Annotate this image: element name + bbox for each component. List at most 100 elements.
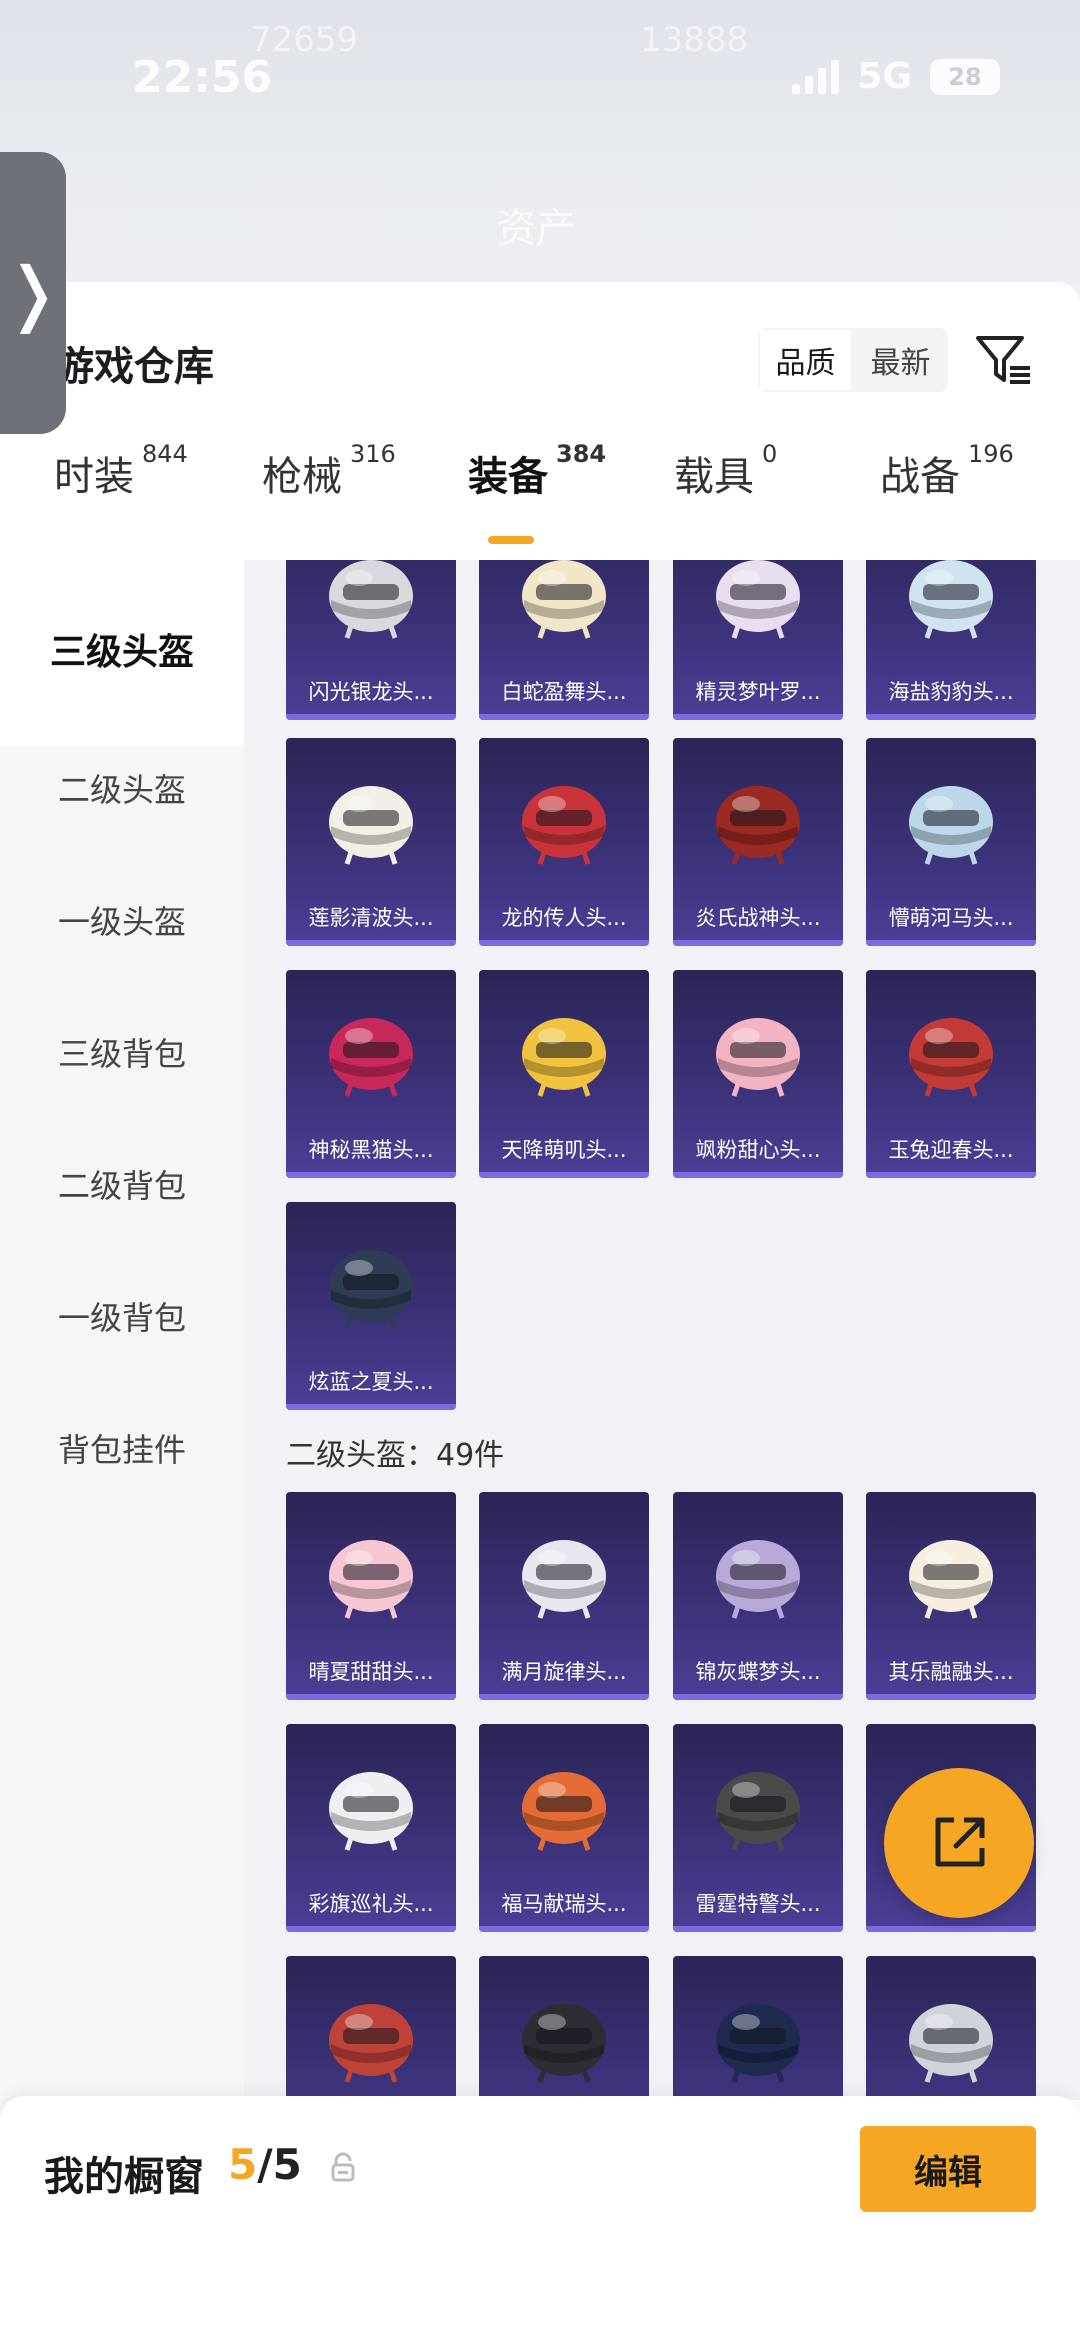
item-name: 福马献瑞头... [501,1892,627,1916]
item-tile[interactable]: 神秘黑猫头... [286,970,456,1178]
item-tile[interactable]: 晴夏甜甜头... [286,1492,456,1700]
item-tile[interactable]: 雷霆特警头... [673,1724,843,1932]
item-name: 天降萌叽头... [501,1138,627,1162]
item-tile[interactable] [673,1956,843,2100]
share-button[interactable] [884,1768,1034,1918]
item-name: 炎氏战神头... [695,906,821,930]
item-name: 雷霆特警头... [695,1892,821,1916]
helmet-icon [909,560,993,639]
sort-toggle: 品质 最新 [758,328,948,392]
item-tile[interactable]: 炫蓝之夏头... [286,1202,456,1410]
sort-quality-button[interactable]: 品质 [758,328,853,392]
tab-label: 时装 [54,454,134,500]
status-faint-left: 72659 [250,20,359,60]
item-name: 海盐豹豹头... [888,680,1014,704]
status-bar-area: 22:56 72659 13888 5G 28 资产 [0,0,1080,300]
blurred-page-title: 资产 [496,206,576,252]
item-tile[interactable]: 莲影清波头... [286,738,456,946]
tab-count: 844 [142,440,188,468]
subcategory-item[interactable]: 一级头盔 [0,878,244,966]
item-tile[interactable]: 彩旗巡礼头... [286,1724,456,1932]
tab-count: 196 [968,440,1014,468]
item-name: 彩旗巡礼头... [308,1892,434,1916]
item-name: 龙的传人头... [501,906,627,930]
side-drawer-handle[interactable]: ❭ [0,152,66,434]
helmet-icon [522,1018,606,1097]
item-tile[interactable]: 其乐融融头... [866,1492,1036,1700]
helmet-icon [716,1540,800,1619]
subcategory-item[interactable]: 三级头盔 [0,560,244,746]
item-tile[interactable]: 天降萌叽头... [479,970,649,1178]
subcategory-item[interactable]: 二级背包 [0,1142,244,1230]
helmet-icon [522,560,606,639]
item-name: 锦灰蝶梦头... [695,1660,821,1684]
subcategory-item[interactable]: 二级头盔 [0,746,244,834]
network-label: 5G [857,56,912,97]
showcase-count: 5/5 [228,2140,302,2189]
helmet-icon [909,1540,993,1619]
helmet-icon [909,1018,993,1097]
signal-icon [792,59,840,94]
showcase-count-total: /5 [257,2140,302,2189]
helmet-icon [329,1250,413,1329]
item-tile[interactable] [286,1956,456,2100]
item-tile[interactable]: 炎氏战神头... [673,738,843,946]
item-tile[interactable]: 锦灰蝶梦头... [673,1492,843,1700]
helmet-icon [909,2004,993,2083]
chevron-right-icon: ❭ [3,252,63,334]
status-faint-center: 13888 [640,20,749,60]
helmet-icon [329,1772,413,1851]
item-tile[interactable]: 玉兔迎春头... [866,970,1036,1178]
tab-vehicles[interactable]: 载具 0 [674,440,777,502]
edit-button[interactable]: 编辑 [860,2126,1036,2212]
helmet-icon [522,1772,606,1851]
item-tile[interactable] [479,1956,649,2100]
tab-fashion[interactable]: 时装 844 [54,440,188,502]
item-tile[interactable]: 满月旋律头... [479,1492,649,1700]
subcategory-item[interactable]: 三级背包 [0,1010,244,1098]
helmet-icon [522,2004,606,2083]
battery-icon: 28 [930,58,1000,95]
helmet-icon [522,786,606,865]
sort-newest-button[interactable]: 最新 [853,328,948,392]
item-tile[interactable]: 闪光银龙头... [286,560,456,720]
helmet-icon [522,1540,606,1619]
tab-label: 载具 [674,454,754,500]
tab-label: 战备 [880,454,960,500]
category-tabs: 时装 844 枪械 316 装备 384 载具 0 战备 196 [0,420,1080,520]
section-header-level2: 二级头盔：49件 [286,1438,505,1473]
helmet-icon [909,786,993,865]
item-tile[interactable]: 白蛇盈舞头... [479,560,649,720]
item-tile[interactable]: 海盐豹豹头... [866,560,1036,720]
tab-label: 枪械 [262,454,342,500]
tab-supplies[interactable]: 战备 196 [880,440,1014,502]
showcase-title: 我的橱窗 [44,2154,204,2200]
helmet-icon [716,560,800,639]
helmet-icon [716,786,800,865]
subcategory-item[interactable]: 一级背包 [0,1274,244,1362]
subcategory-list: 三级头盔 二级头盔 一级头盔 三级背包 二级背包 一级背包 背包挂件 [0,560,244,2341]
tab-equipment[interactable]: 装备 384 [468,440,606,502]
showcase-count-current: 5 [228,2140,258,2189]
item-tile[interactable]: 精灵梦叶罗... [673,560,843,720]
status-icons: 5G 28 [792,56,1000,97]
tab-count: 384 [556,440,607,468]
item-tile[interactable]: 福马献瑞头... [479,1724,649,1932]
active-tab-indicator [488,536,534,544]
subcategory-item[interactable]: 背包挂件 [0,1406,244,1494]
helmet-icon [716,1772,800,1851]
page-title: 游戏仓库 [54,344,214,390]
helmet-icon [329,560,413,639]
helmet-icon [329,2004,413,2083]
external-link-icon [935,1817,985,1867]
item-tile[interactable]: 飒粉甜心头... [673,970,843,1178]
item-name: 白蛇盈舞头... [501,680,627,704]
item-name: 懵萌河马头... [888,906,1014,930]
helmet-icon [329,1018,413,1097]
item-name: 晴夏甜甜头... [308,1660,434,1684]
filter-icon[interactable] [972,328,1036,392]
tab-weapons[interactable]: 枪械 316 [262,440,396,502]
item-tile[interactable]: 懵萌河马头... [866,738,1036,946]
item-tile[interactable] [866,1956,1036,2100]
item-tile[interactable]: 龙的传人头... [479,738,649,946]
